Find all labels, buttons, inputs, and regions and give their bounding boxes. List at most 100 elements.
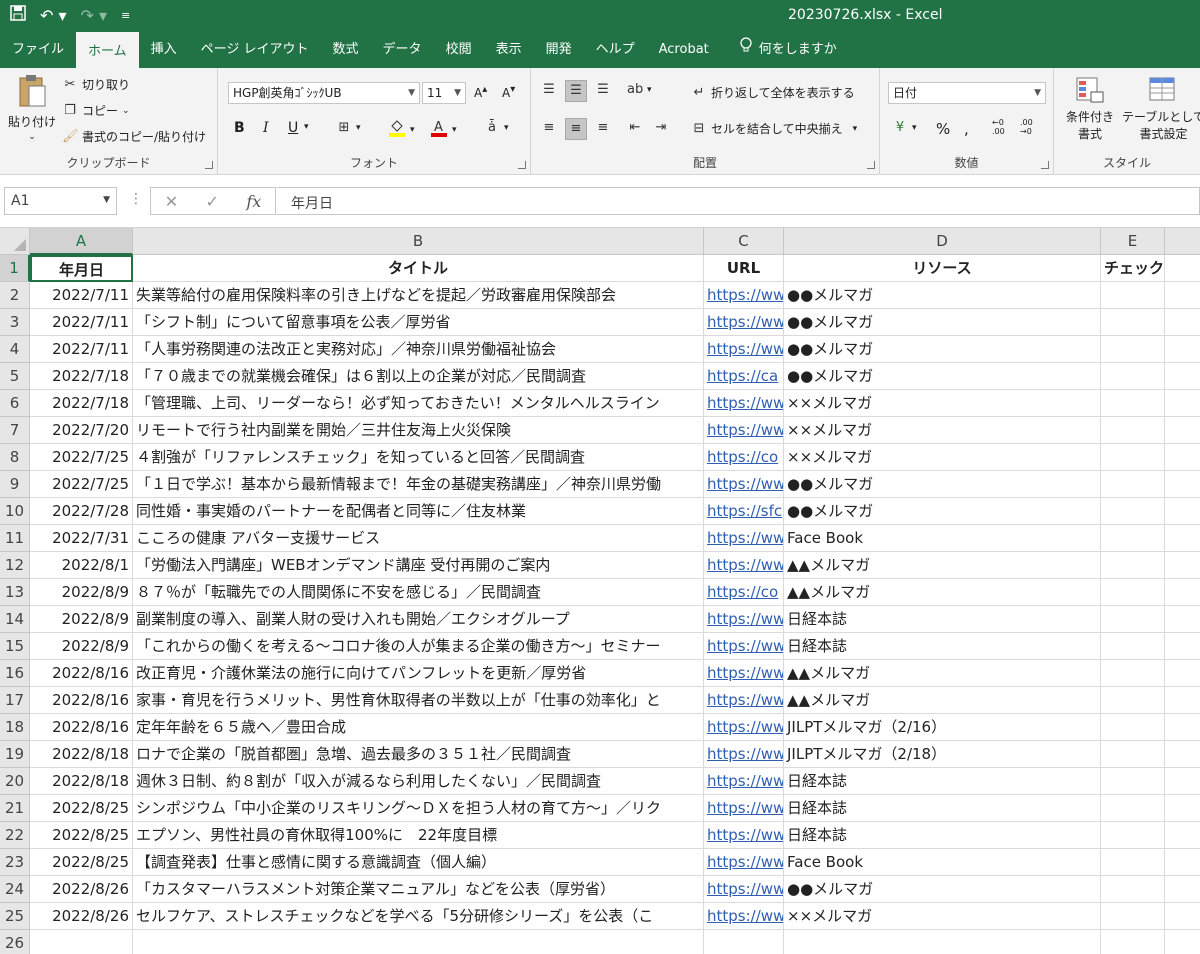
url-cell[interactable]: https://ww: [704, 309, 784, 336]
column-header-c[interactable]: C: [704, 228, 784, 255]
check-cell[interactable]: [1101, 390, 1165, 417]
date-cell[interactable]: 2022/8/26: [30, 876, 133, 903]
check-cell[interactable]: [1101, 876, 1165, 903]
row-header[interactable]: 6: [0, 390, 30, 417]
title-cell[interactable]: 「管理職、上司、リーダーなら！必ず知っておきたい！メンタルヘルスライン: [133, 390, 704, 417]
header-cell[interactable]: タイトル: [133, 255, 704, 282]
url-cell[interactable]: [704, 930, 784, 954]
resource-cell[interactable]: ××メルマガ: [784, 903, 1101, 930]
title-cell[interactable]: 「労働法入門講座」WEBオンデマンド講座 受付再開のご案内: [133, 552, 704, 579]
title-cell[interactable]: 失業等給付の雇用保険料率の引き上げなどを提起／労政審雇用保険部会: [133, 282, 704, 309]
paste-button[interactable]: 貼り付け ⌄: [8, 74, 56, 142]
customize-qat-icon[interactable]: ≡: [121, 9, 130, 22]
empty-cell[interactable]: [1165, 903, 1200, 930]
row-header[interactable]: 11: [0, 525, 30, 552]
empty-cell[interactable]: [1165, 768, 1200, 795]
title-cell[interactable]: 「シフト制」について留意事項を公表／厚労省: [133, 309, 704, 336]
empty-cell[interactable]: [1165, 606, 1200, 633]
date-cell[interactable]: 2022/7/11: [30, 309, 133, 336]
header-cell[interactable]: [1165, 255, 1200, 282]
spreadsheet-grid[interactable]: A B C D E 1 年月日 タイトル URL リソース チェック 2 2022/7/11 失…: [0, 228, 1200, 954]
comma-button[interactable]: ,: [964, 120, 969, 138]
title-cell[interactable]: 副業制度の導入、副業人財の受け入れも開始／エクシオグループ: [133, 606, 704, 633]
empty-cell[interactable]: [1165, 876, 1200, 903]
empty-cell[interactable]: [1165, 498, 1200, 525]
tab-insert[interactable]: 挿入: [139, 32, 189, 68]
check-cell[interactable]: [1101, 930, 1165, 954]
row-header[interactable]: 23: [0, 849, 30, 876]
cancel-icon[interactable]: ✕: [165, 192, 178, 211]
row-header[interactable]: 14: [0, 606, 30, 633]
percent-button[interactable]: %: [936, 120, 950, 138]
resource-cell[interactable]: ●●メルマガ: [784, 876, 1101, 903]
title-cell[interactable]: 定年年齢を６５歳へ／豊田合成: [133, 714, 704, 741]
date-cell[interactable]: 2022/8/25: [30, 849, 133, 876]
date-cell[interactable]: 2022/7/11: [30, 336, 133, 363]
italic-button[interactable]: I: [263, 120, 269, 136]
check-cell[interactable]: [1101, 282, 1165, 309]
date-cell[interactable]: 2022/7/20: [30, 417, 133, 444]
font-name-select[interactable]: HGP創英角ｺﾞｼｯｸUB ▼: [228, 82, 420, 104]
title-cell[interactable]: シンポジウム「中小企業のリスキリング～ＤＸを担う人材の育て方～」／リク: [133, 795, 704, 822]
url-cell[interactable]: https://ww: [704, 552, 784, 579]
name-box[interactable]: A1 ▼: [4, 187, 117, 215]
decrease-decimal-button[interactable]: .00 →0: [1020, 118, 1033, 136]
url-cell[interactable]: https://ca: [704, 363, 784, 390]
resource-cell[interactable]: ●●メルマガ: [784, 363, 1101, 390]
row-header[interactable]: 25: [0, 903, 30, 930]
increase-indent-button[interactable]: ⇥: [653, 120, 669, 136]
url-cell[interactable]: https://ww: [704, 741, 784, 768]
conditional-formatting-button[interactable]: 条件付き 書式: [1066, 76, 1114, 143]
empty-cell[interactable]: [1165, 579, 1200, 606]
check-cell[interactable]: [1101, 768, 1165, 795]
url-cell[interactable]: https://ww: [704, 687, 784, 714]
resource-cell[interactable]: 日経本誌: [784, 795, 1101, 822]
insert-function-icon[interactable]: fx: [246, 192, 261, 211]
bold-button[interactable]: B: [234, 120, 245, 136]
dialog-launcher-icon[interactable]: [1041, 161, 1049, 169]
url-cell[interactable]: https://ww: [704, 822, 784, 849]
url-cell[interactable]: https://ww: [704, 336, 784, 363]
date-cell[interactable]: 2022/7/31: [30, 525, 133, 552]
empty-cell[interactable]: [1165, 714, 1200, 741]
url-cell[interactable]: https://ww: [704, 606, 784, 633]
resource-cell[interactable]: JILPTメルマガ（2/16）: [784, 714, 1101, 741]
formula-bar-grip-icon[interactable]: ⋮: [129, 191, 143, 207]
date-cell[interactable]: 2022/8/1: [30, 552, 133, 579]
resource-cell[interactable]: ●●メルマガ: [784, 498, 1101, 525]
cut-button[interactable]: ✂ 切り取り: [62, 76, 130, 93]
empty-cell[interactable]: [1165, 417, 1200, 444]
row-header[interactable]: 15: [0, 633, 30, 660]
check-cell[interactable]: [1101, 903, 1165, 930]
formula-input[interactable]: 年月日: [277, 187, 1200, 215]
url-cell[interactable]: https://ww: [704, 660, 784, 687]
check-cell[interactable]: [1101, 444, 1165, 471]
resource-cell[interactable]: Face Book: [784, 525, 1101, 552]
dialog-launcher-icon[interactable]: [518, 161, 526, 169]
url-cell[interactable]: https://ww: [704, 903, 784, 930]
url-cell[interactable]: https://ww: [704, 282, 784, 309]
fill-color-button[interactable]: ▾: [388, 118, 415, 141]
column-header-a[interactable]: A: [30, 228, 133, 255]
tab-review[interactable]: 校閲: [434, 32, 484, 68]
date-cell[interactable]: 2022/8/9: [30, 606, 133, 633]
underline-button[interactable]: U: [288, 120, 298, 136]
row-header[interactable]: 13: [0, 579, 30, 606]
url-cell[interactable]: https://sfc: [704, 498, 784, 525]
check-cell[interactable]: [1101, 795, 1165, 822]
undo-icon[interactable]: ↶ ▾: [40, 6, 67, 25]
resource-cell[interactable]: ●●メルマガ: [784, 309, 1101, 336]
check-cell[interactable]: [1101, 579, 1165, 606]
date-cell[interactable]: 2022/7/25: [30, 444, 133, 471]
resource-cell[interactable]: ●●メルマガ: [784, 282, 1101, 309]
date-cell[interactable]: 2022/7/11: [30, 282, 133, 309]
dialog-launcher-icon[interactable]: [205, 161, 213, 169]
empty-cell[interactable]: [1165, 822, 1200, 849]
format-painter-button[interactable]: 🖌 書式のコピー/貼り付け: [62, 128, 206, 145]
date-cell[interactable]: 2022/8/18: [30, 768, 133, 795]
title-cell[interactable]: 【調査発表】仕事と感情に関する意識調査（個人編）: [133, 849, 704, 876]
check-cell[interactable]: [1101, 741, 1165, 768]
tab-acrobat[interactable]: Acrobat: [647, 32, 721, 68]
align-top-button[interactable]: ☰: [541, 82, 557, 98]
url-cell[interactable]: https://ww: [704, 471, 784, 498]
